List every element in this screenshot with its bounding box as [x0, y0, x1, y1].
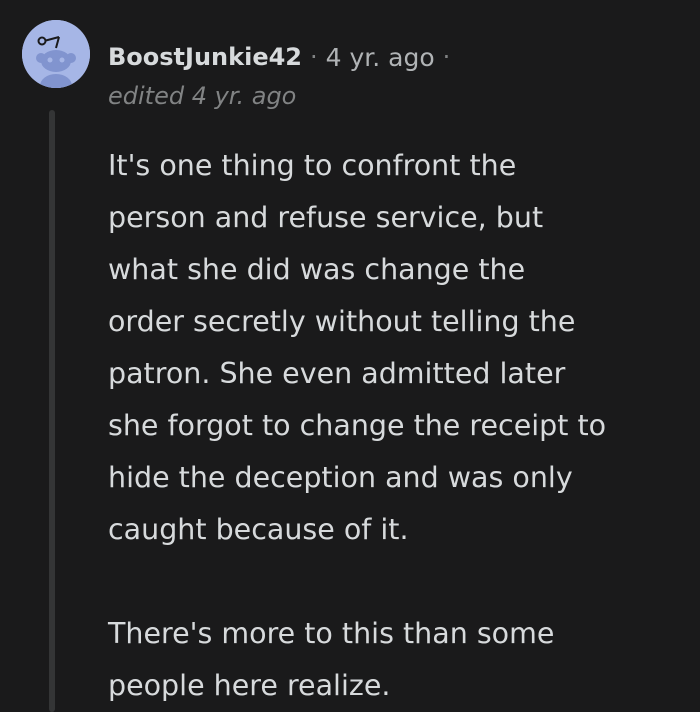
text-line: order secretly without telling the	[108, 305, 576, 338]
text-line: hide the deception and was only	[108, 461, 573, 494]
comment-meta: BoostJunkie42 · 4 yr. ago ·	[108, 38, 458, 76]
text-line: what she did was change the	[108, 253, 526, 286]
text-line: caught because of it.	[108, 513, 409, 546]
comment-body: It's one thing to confront the person an…	[108, 140, 688, 712]
text-line: patron. She even admitted later	[108, 357, 566, 390]
text-line: people here realize.	[108, 669, 391, 702]
reddit-snoo-avatar-icon	[22, 20, 90, 88]
text-line: There's more to this than some	[108, 617, 555, 650]
comment: BoostJunkie42 · 4 yr. ago · edited 4 yr.…	[0, 0, 700, 712]
thread-collapse-line[interactable]	[49, 110, 55, 712]
text-line: It's one thing to confront the	[108, 149, 517, 182]
user-avatar[interactable]	[22, 20, 90, 88]
username-link[interactable]: BoostJunkie42	[108, 43, 302, 71]
comment-timestamp[interactable]: 4 yr. ago	[326, 43, 435, 72]
edited-timestamp: edited 4 yr. ago	[108, 82, 297, 110]
meta-separator: ·	[310, 43, 318, 71]
comment-paragraph-2: There's more to this than some people he…	[108, 608, 688, 712]
text-line: she forgot to change the receipt to	[108, 409, 607, 442]
text-line: person and refuse service, but	[108, 201, 544, 234]
comment-paragraph-1: It's one thing to confront the person an…	[108, 140, 688, 556]
meta-separator-trailing: ·	[442, 43, 451, 71]
